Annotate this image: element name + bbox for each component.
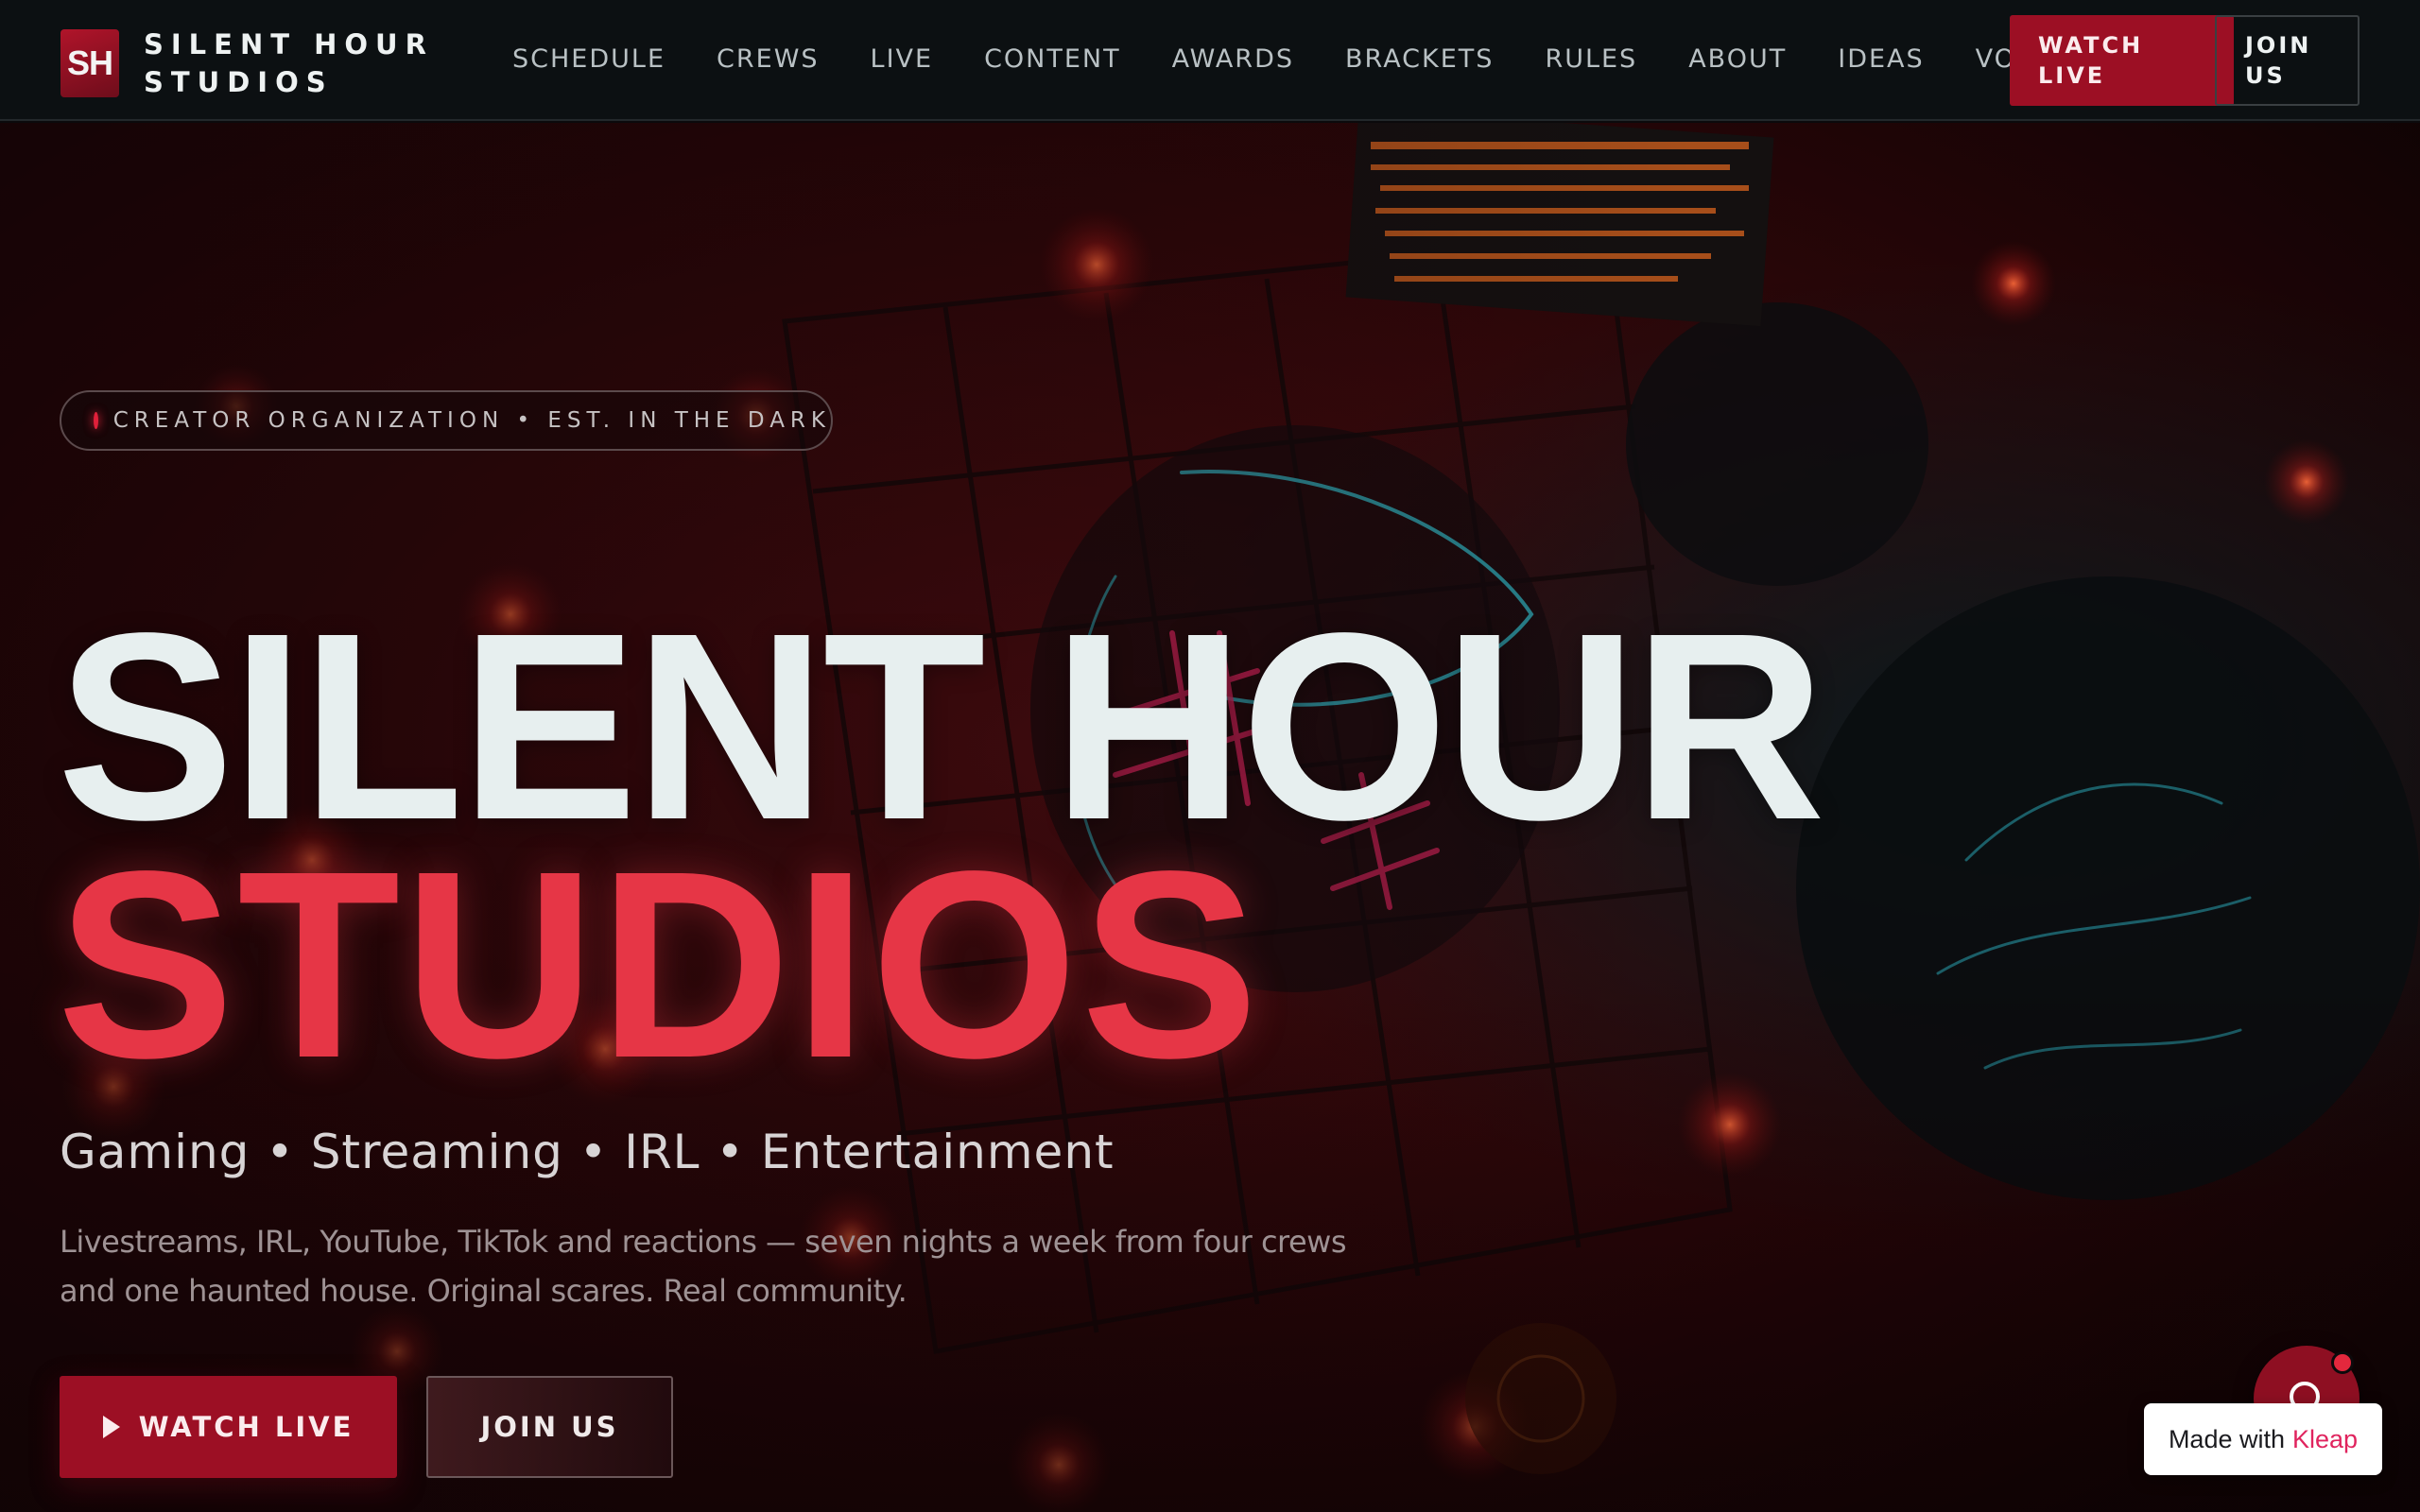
header-join-us-line1: JOIN: [2245, 32, 2312, 59]
header-join-us-line2: US: [2245, 62, 2286, 89]
hero-description: Livestreams, IRL, YouTube, TikTok and re…: [60, 1224, 1347, 1309]
brand-home-link[interactable]: SH SILENT HOUR STUDIOS: [60, 26, 434, 101]
hero-watch-live-label: WATCH LIVE: [138, 1411, 354, 1443]
notification-dot: [2331, 1351, 2354, 1374]
nav-awards[interactable]: AWARDS: [1172, 44, 1294, 74]
made-with-brand: Kleap: [2292, 1424, 2359, 1453]
hero-join-us-button[interactable]: JOIN US: [426, 1376, 673, 1478]
site-header: SH SILENT HOUR STUDIOS SCHEDULE CREWS LI…: [0, 0, 2420, 121]
nav-crews[interactable]: CREWS: [717, 44, 820, 74]
brand-logo: SH: [60, 29, 119, 97]
hero-badge: CREATOR ORGANIZATION • EST. IN THE DARK: [60, 390, 833, 451]
header-watch-live-line1: WATCH: [2038, 32, 2144, 59]
made-with-prefix: Made with: [2168, 1424, 2285, 1453]
play-icon: [102, 1416, 120, 1438]
header-watch-live-button[interactable]: WATCH LIVE: [2010, 15, 2234, 106]
header-join-us-button[interactable]: JOIN US: [2215, 15, 2360, 106]
nav-content[interactable]: CONTENT: [984, 44, 1121, 74]
nav-brackets[interactable]: BRACKETS: [1345, 44, 1494, 74]
hero-badge-text: CREATOR ORGANIZATION • EST. IN THE DARK: [112, 408, 831, 433]
hero-tagline: Gaming • Streaming • IRL • Entertainment: [60, 1125, 1115, 1179]
nav-ideas[interactable]: IDEAS: [1838, 44, 1924, 74]
main-nav: SCHEDULE CREWS LIVE CONTENT AWARDS BRACK…: [512, 0, 2070, 117]
made-with-kleap-badge[interactable]: Made with Kleap: [2144, 1403, 2382, 1475]
nav-schedule[interactable]: SCHEDULE: [512, 44, 666, 74]
brand-name: SILENT HOUR STUDIOS: [144, 26, 434, 101]
header-watch-live-line2: LIVE: [2038, 62, 2106, 89]
brand-name-line2: STUDIOS: [144, 66, 334, 98]
hero-join-us-label: JOIN US: [480, 1411, 619, 1443]
hero-title-line2: STUDIOS: [57, 816, 1262, 1113]
nav-rules[interactable]: RULES: [1545, 44, 1637, 74]
nav-live[interactable]: LIVE: [871, 44, 934, 74]
hero-watch-live-button[interactable]: WATCH LIVE: [60, 1376, 397, 1478]
brand-name-line1: SILENT HOUR: [144, 28, 434, 60]
nav-about[interactable]: ABOUT: [1688, 44, 1787, 74]
live-dot-icon: [94, 412, 98, 429]
